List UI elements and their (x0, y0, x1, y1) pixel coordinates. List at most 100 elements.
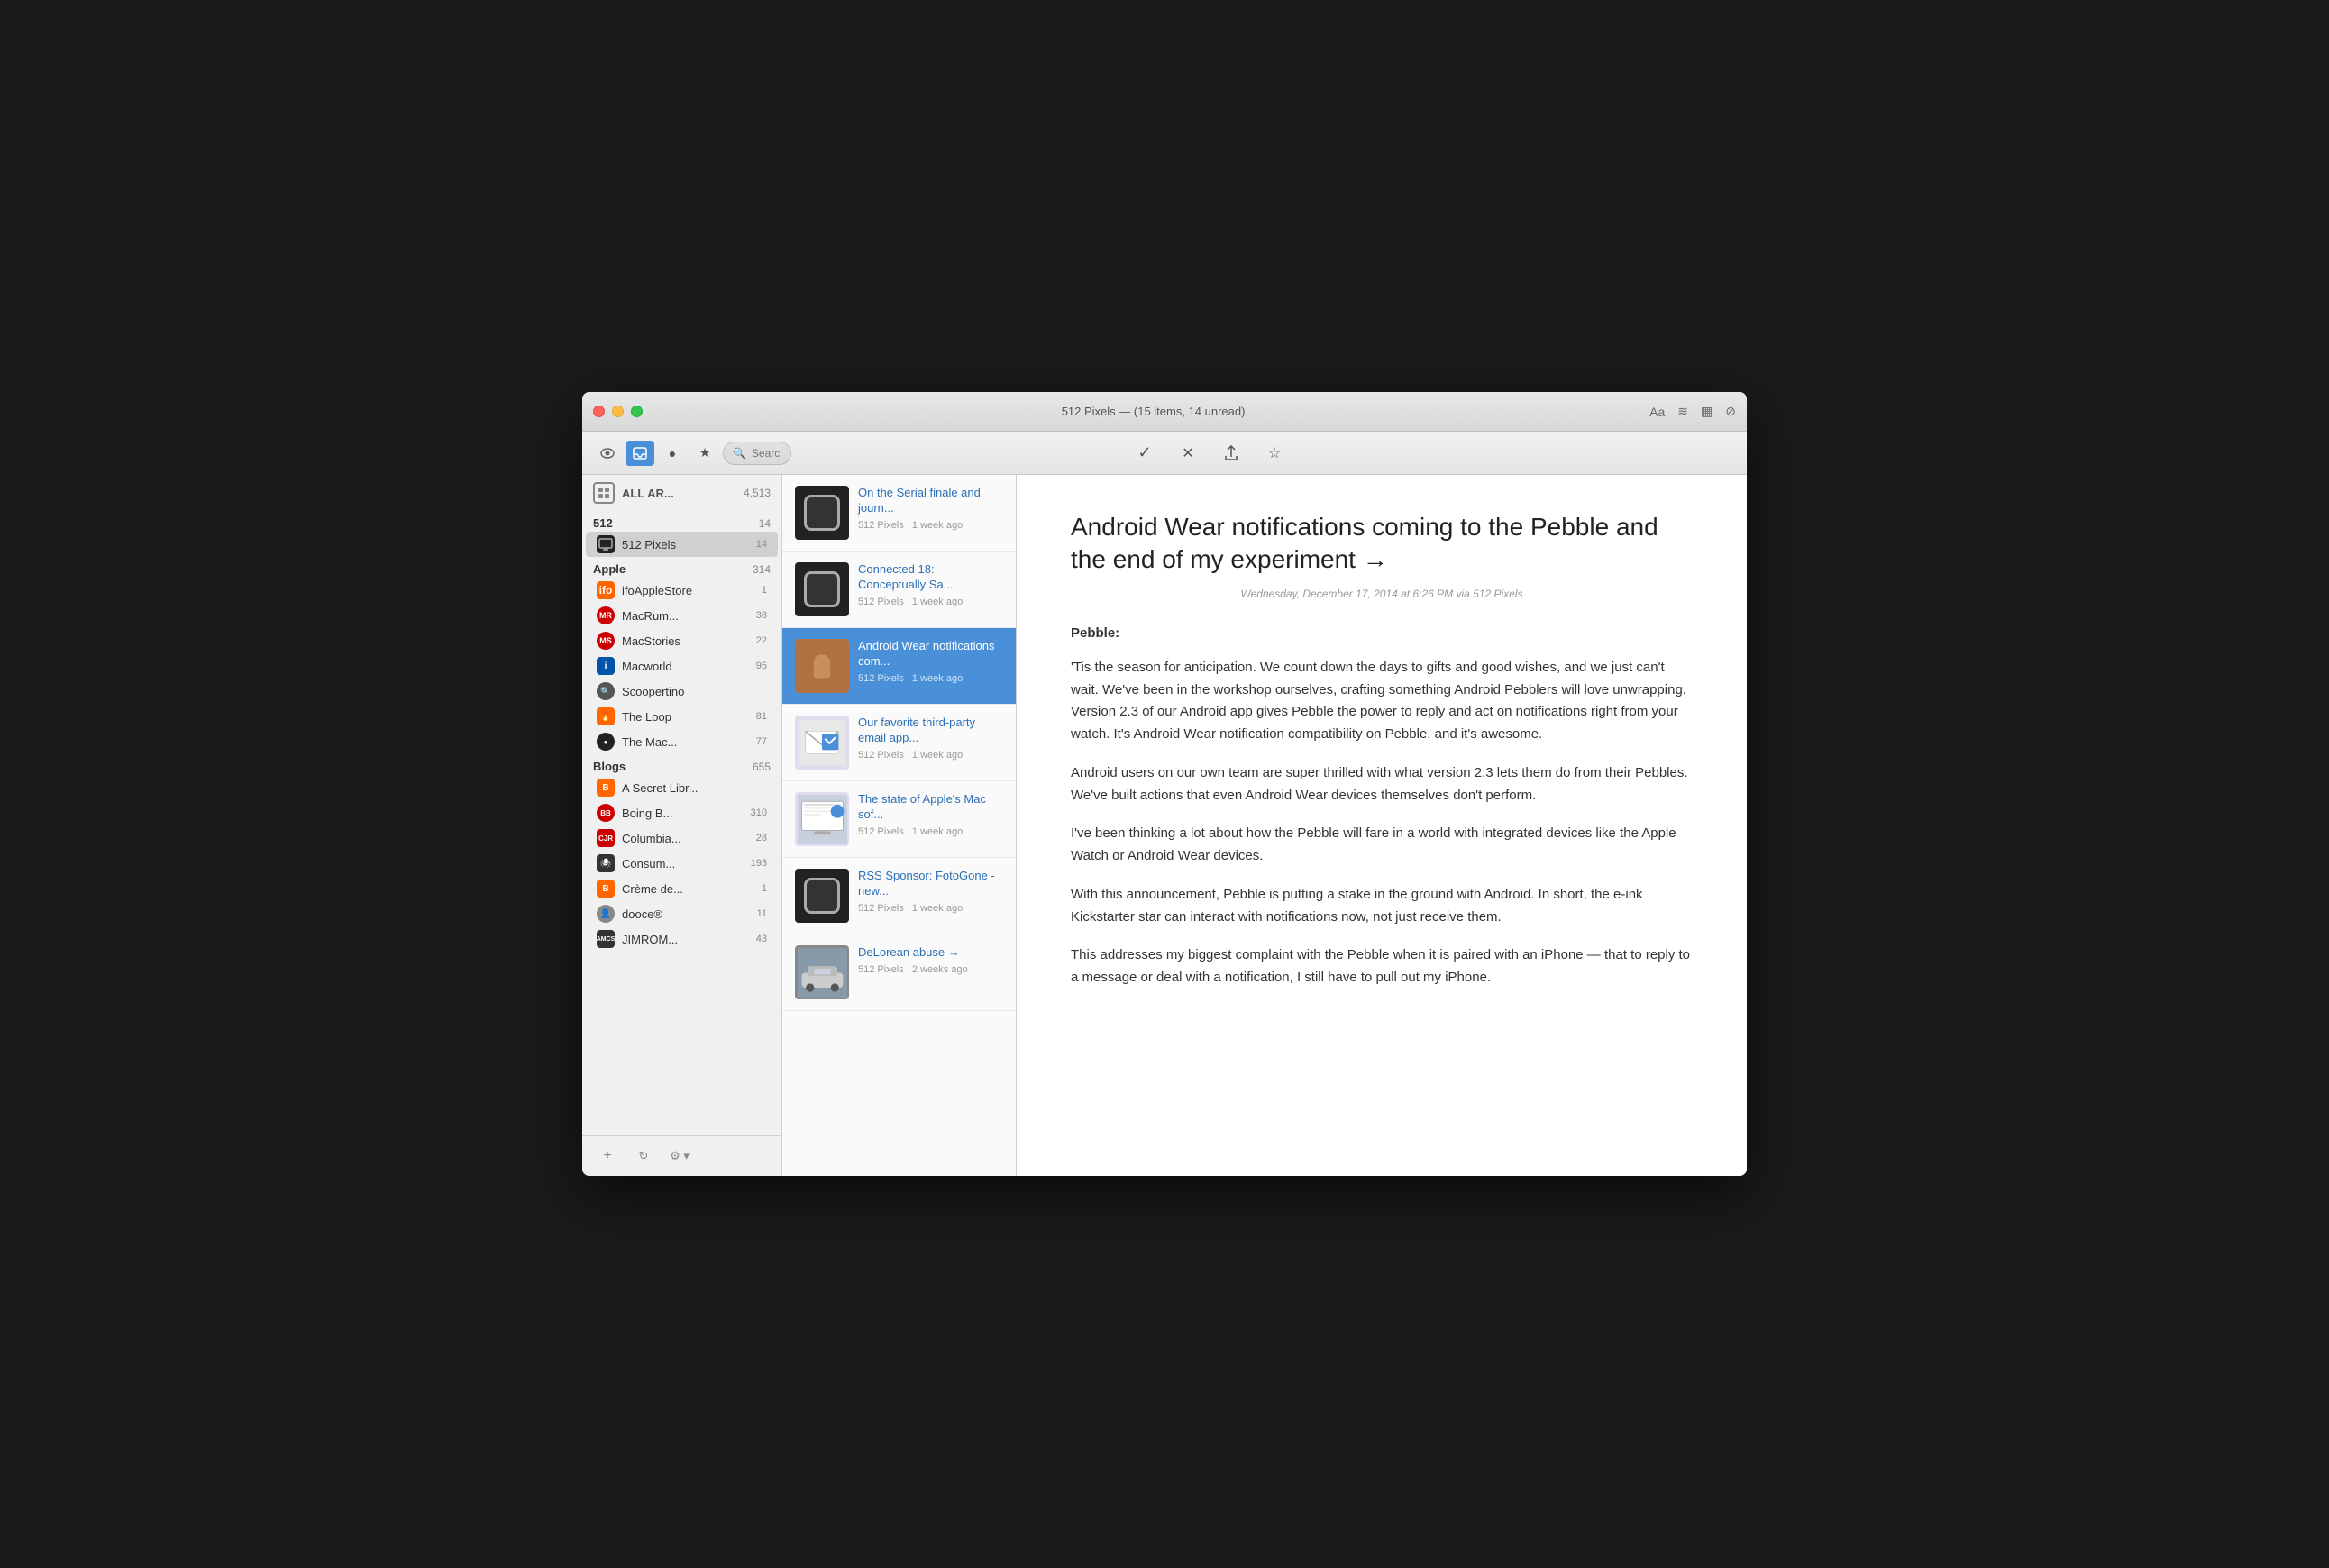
sidebar-item-secretlibr[interactable]: B A Secret Libr... (586, 775, 778, 800)
theloop-icon: 🔥 (597, 707, 615, 725)
sidebar-item-creme[interactable]: B Crème de... 1 (586, 876, 778, 901)
sidebar-item-boingb[interactable]: BB Boing B... 310 (586, 800, 778, 825)
feed-macworld-count: 95 (756, 661, 767, 671)
share-button[interactable] (1217, 441, 1246, 466)
refresh-button[interactable]: ↻ (629, 1144, 658, 1169)
article-meta-serial: 512 Pixels 1 week ago (858, 520, 1003, 531)
article-info-rsssponsor: RSS Sponsor: FotoGone - new... 512 Pixel… (858, 869, 1003, 914)
feed-consumer-name: Consum... (622, 857, 744, 871)
sidebar-item-dooce[interactable]: 👤 dooce® 11 (586, 901, 778, 926)
sidebar-item-consumer[interactable]: 🕷 Consum... 193 (586, 851, 778, 876)
window-controls (593, 406, 643, 417)
article-title-serial: On the Serial finale and journ... (858, 486, 1003, 516)
circle-button[interactable]: ● (658, 441, 687, 466)
feed-macworld-name: Macworld (622, 660, 749, 673)
android-thumb-img (804, 648, 840, 684)
columbia-icon: CJR (597, 829, 615, 847)
article-info-connected: Connected 18: Conceptually Sa... 512 Pix… (858, 562, 1003, 607)
sidebar-item-macstories[interactable]: MS MacStories 22 (586, 628, 778, 653)
creme-icon: B (597, 880, 615, 898)
feed-ifo-count: 1 (762, 585, 767, 596)
feed-columbia-count: 28 (756, 833, 767, 843)
minimize-button[interactable] (612, 406, 624, 417)
feed-boingb-count: 310 (751, 807, 767, 818)
article-item-androidwear[interactable]: Android Wear notifications com... 512 Pi… (782, 628, 1016, 705)
rss-icon[interactable]: ≋ (1677, 404, 1688, 419)
eye-icon (600, 448, 615, 459)
font-size-icon[interactable]: Aa (1649, 405, 1665, 419)
content-pane: Android Wear notifications coming to the… (1017, 475, 1747, 1176)
article-item-connected[interactable]: Connected 18: Conceptually Sa... 512 Pix… (782, 552, 1016, 628)
article-thumb-rsssponsor (795, 869, 849, 923)
add-feed-button[interactable]: + (593, 1144, 622, 1169)
article-thumb-connected (795, 562, 849, 616)
all-articles-count: 4,513 (744, 487, 771, 499)
title-bar: 512 Pixels — (15 items, 14 unread) Aa ≋ … (582, 392, 1747, 432)
article-info-email: Our favorite third-party email app... 51… (858, 716, 1003, 761)
delorean-thumb-img (798, 948, 847, 998)
group-512-count: 14 (759, 517, 771, 530)
group-apple-label: Apple (593, 562, 626, 576)
grid-icon[interactable]: ▦ (1701, 404, 1712, 419)
article-item-rsssponsor[interactable]: RSS Sponsor: FotoGone - new... 512 Pixel… (782, 858, 1016, 934)
article-item-delorean[interactable]: DeLorean abuse → 512 Pixels 2 weeks ago (782, 934, 1016, 1011)
title-bar-right: Aa ≋ ▦ ⊘ (1649, 404, 1736, 419)
group-blogs: Blogs 655 (582, 754, 781, 775)
article-para-4: With this announcement, Pebble is puttin… (1071, 884, 1693, 929)
article-title-delorean: DeLorean abuse → (858, 945, 1003, 961)
feed-jimrom-count: 43 (756, 934, 767, 944)
sidebar-item-512pixels[interactable]: 512 Pixels 14 (586, 532, 778, 557)
all-articles-row[interactable]: ALL AR... 4,513 (582, 475, 781, 511)
remove-button[interactable]: ✕ (1174, 441, 1202, 466)
secretlibr-icon: B (597, 779, 615, 797)
macrumors-icon: MR (597, 606, 615, 624)
sidebar-item-macrumors[interactable]: MR MacRum... 38 (586, 603, 778, 628)
article-item-macsof[interactable]: The state of Apple's Mac sof... 512 Pixe… (782, 781, 1016, 858)
sidebar-item-macworld[interactable]: i Macworld 95 (586, 653, 778, 679)
eye-button[interactable] (593, 441, 622, 466)
search-box: 🔍 (723, 442, 791, 465)
main-content: ALL AR... 4,513 512 14 512 Pixels 14 (582, 475, 1747, 1176)
sidebar: ALL AR... 4,513 512 14 512 Pixels 14 (582, 475, 782, 1176)
feed-jimrom-name: JIMROM... (622, 933, 749, 946)
no-entry-icon[interactable]: ⊘ (1725, 404, 1736, 419)
feed-scoopertino-name: Scoopertino (622, 685, 760, 698)
mark-read-button[interactable]: ✓ (1130, 441, 1159, 466)
article-author: Pebble: (1071, 625, 1693, 641)
article-meta-macsof: 512 Pixels 1 week ago (858, 826, 1003, 837)
settings-button[interactable]: ⚙ ▾ (665, 1144, 694, 1169)
feed-512pixels-count: 14 (756, 539, 767, 550)
sidebar-item-jimrom[interactable]: AMCS JIMROM... 43 (586, 926, 778, 952)
article-item-email[interactable]: Our favorite third-party email app... 51… (782, 705, 1016, 781)
sidebar-item-theloop[interactable]: 🔥 The Loop 81 (586, 704, 778, 729)
sidebar-item-columbia[interactable]: CJR Columbia... 28 (586, 825, 778, 851)
inbox-button[interactable] (626, 441, 654, 466)
article-meta-rsssponsor: 512 Pixels 1 week ago (858, 903, 1003, 914)
app-window: 512 Pixels — (15 items, 14 unread) Aa ≋ … (582, 392, 1747, 1176)
article-info-serial: On the Serial finale and journ... 512 Pi… (858, 486, 1003, 531)
search-input[interactable] (752, 447, 781, 460)
maximize-button[interactable] (631, 406, 643, 417)
star-button[interactable]: ☆ (1260, 441, 1289, 466)
group-apple: Apple 314 (582, 557, 781, 578)
article-item-serial[interactable]: On the Serial finale and journ... 512 Pi… (782, 475, 1016, 552)
article-thumb-email (795, 716, 849, 770)
article-info-macsof: The state of Apple's Mac sof... 512 Pixe… (858, 792, 1003, 837)
article-title-macsof: The state of Apple's Mac sof... (858, 792, 1003, 823)
close-button[interactable] (593, 406, 605, 417)
feed-theloop-name: The Loop (622, 710, 749, 724)
star-filter-button[interactable]: ★ (690, 441, 719, 466)
sidebar-item-themac[interactable]: ● The Mac... 77 (586, 729, 778, 754)
article-date: Wednesday, December 17, 2014 at 6:26 PM … (1071, 588, 1693, 600)
sidebar-item-scoopertino[interactable]: 🔍 Scoopertino (586, 679, 778, 704)
consumer-icon: 🕷 (597, 854, 615, 872)
article-para-3: I've been thinking a lot about how the P… (1071, 823, 1693, 868)
ifoapplestore-icon: ifo (597, 581, 615, 599)
dooce-icon: 👤 (597, 905, 615, 923)
sidebar-item-ifoapplestore[interactable]: ifo ifoAppleStore 1 (586, 578, 778, 603)
feed-macrumors-name: MacRum... (622, 609, 749, 623)
article-heading: Android Wear notifications coming to the… (1071, 511, 1693, 577)
article-meta-email: 512 Pixels 1 week ago (858, 750, 1003, 761)
scoopertino-icon: 🔍 (597, 682, 615, 700)
feed-dooce-name: dooce® (622, 907, 750, 921)
